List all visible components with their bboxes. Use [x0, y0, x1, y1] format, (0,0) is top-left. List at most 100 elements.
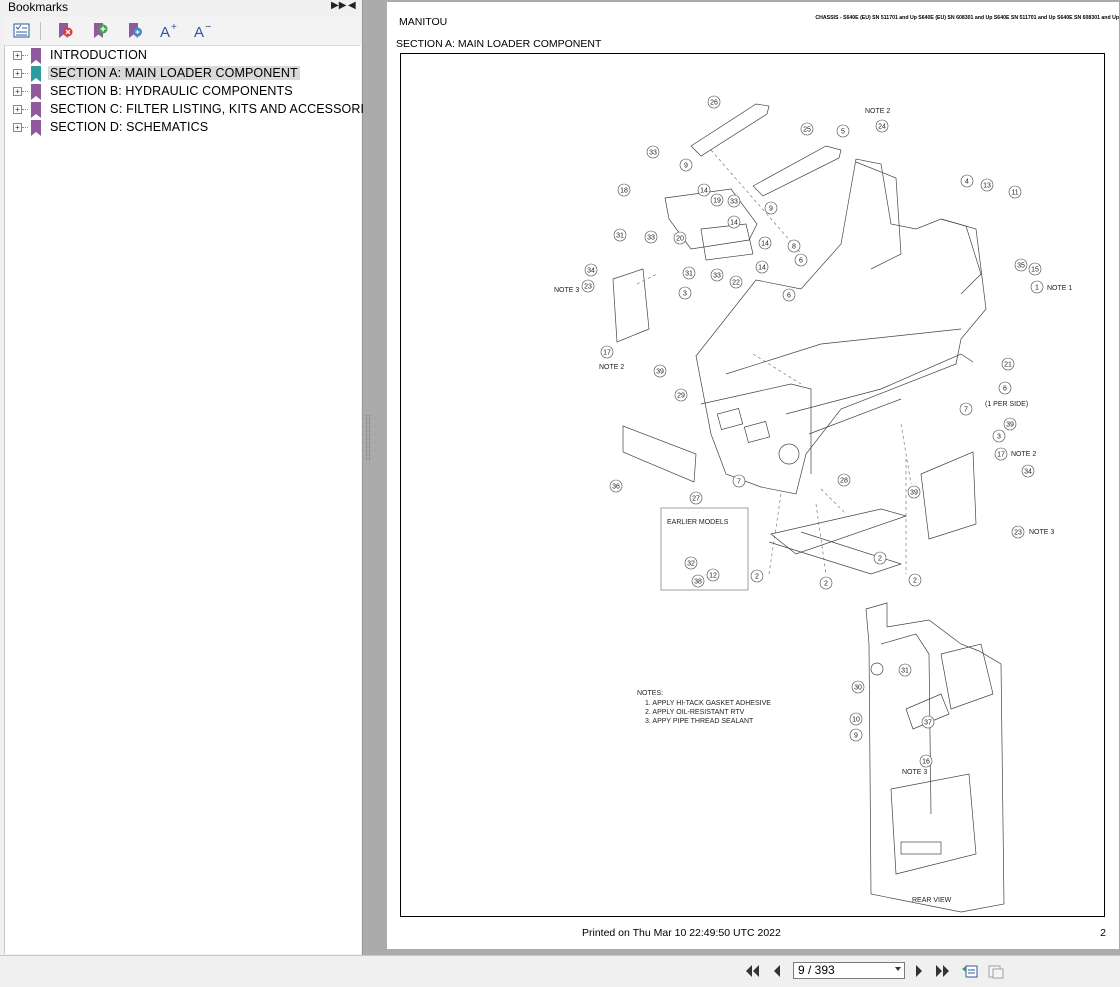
- page-section-title: SECTION A: MAIN LOADER COMPONENT: [396, 38, 602, 50]
- chevron-down-icon[interactable]: [895, 967, 901, 971]
- note-label: NOTE 3: [554, 287, 579, 294]
- svg-text:17: 17: [603, 350, 611, 357]
- svg-text:30: 30: [854, 685, 862, 692]
- page-header-model-info: CHASSIS - S640E (EU) SN 511701 and Up S6…: [815, 15, 1119, 21]
- svg-text:5: 5: [841, 129, 845, 136]
- svg-text:31: 31: [685, 271, 693, 278]
- panel-options-icon[interactable]: ▶▶: [331, 0, 346, 11]
- callout-15: 15: [1028, 262, 1042, 276]
- svg-text:6: 6: [799, 258, 803, 265]
- collapse-panel-icon[interactable]: ◀: [348, 0, 356, 11]
- svg-text:6: 6: [787, 293, 791, 300]
- callout-32: 32: [684, 556, 698, 570]
- callout-23: 23: [1011, 525, 1025, 539]
- first-page-icon[interactable]: [743, 963, 761, 979]
- callout-26: 26: [707, 95, 721, 109]
- callout-29: 29: [674, 388, 688, 402]
- bookmark-icon: [31, 48, 41, 64]
- callout-3: 3: [992, 429, 1006, 443]
- svg-text:27: 27: [692, 496, 700, 503]
- callout-14: 14: [697, 183, 711, 197]
- bookmarks-panel-header: Bookmarks ▶▶ ◀: [0, 0, 362, 16]
- svg-text:4: 4: [965, 179, 969, 186]
- callout-23: 23: [581, 279, 595, 293]
- svg-text:15: 15: [1031, 267, 1039, 274]
- callout-14: 14: [755, 260, 769, 274]
- page-number: 2: [1100, 927, 1106, 939]
- svg-text:39: 39: [910, 490, 918, 497]
- svg-text:34: 34: [587, 268, 595, 275]
- callout-19: 19: [710, 193, 724, 207]
- svg-text:9: 9: [769, 206, 773, 213]
- callout-7: 7: [732, 474, 746, 488]
- exploded-parts-diagram: 26 25 5 24 4 13 11 33 9 14 18 19 33 9 31 33 14 20 14 31 33 22…: [400, 53, 1105, 917]
- page-number-field[interactable]: 9 / 393: [793, 962, 905, 979]
- printed-timestamp: Printed on Thu Mar 10 22:49:50 UTC 2022: [582, 927, 781, 939]
- expand-toggle-icon[interactable]: +: [13, 87, 22, 96]
- callout-33: 33: [727, 194, 741, 208]
- previous-view-icon[interactable]: [961, 963, 979, 979]
- svg-text:18: 18: [620, 188, 628, 195]
- svg-text:20: 20: [676, 236, 684, 243]
- bookmark-label: SECTION C: FILTER LISTING, KITS AND ACCE…: [50, 102, 381, 116]
- svg-text:2: 2: [878, 556, 882, 563]
- callout-9: 9: [679, 158, 693, 172]
- pdf-page: MANITOU CHASSIS - S640E (EU) SN 511701 a…: [387, 2, 1119, 949]
- page-header-brand: MANITOU: [399, 16, 448, 28]
- text-larger-icon[interactable]: A +: [158, 21, 180, 41]
- svg-text:7: 7: [964, 407, 968, 414]
- svg-text:31: 31: [901, 668, 909, 675]
- callout-5: 5: [836, 124, 850, 138]
- text-smaller-icon[interactable]: A −: [192, 21, 214, 41]
- note-label: NOTE 1: [1047, 285, 1072, 292]
- svg-text:−: −: [205, 22, 211, 33]
- previous-page-icon[interactable]: [768, 963, 786, 979]
- svg-text:33: 33: [713, 273, 721, 280]
- bookmarks-panel: Bookmarks ▶▶ ◀ A + A − + INTRODUCTION + …: [0, 0, 381, 955]
- expand-toggle-icon[interactable]: +: [13, 51, 22, 60]
- next-page-icon[interactable]: [910, 963, 928, 979]
- next-view-icon[interactable]: [987, 963, 1005, 979]
- callout-8: 8: [787, 239, 801, 253]
- svg-text:21: 21: [1004, 362, 1012, 369]
- svg-text:10: 10: [852, 717, 860, 724]
- delete-bookmark-icon[interactable]: [54, 21, 76, 41]
- callout-33: 33: [644, 230, 658, 244]
- bookmark-options-icon[interactable]: [11, 21, 33, 41]
- svg-text:23: 23: [584, 284, 592, 291]
- note-label: NOTE 3: [902, 769, 927, 776]
- new-bookmark-icon[interactable]: [89, 21, 111, 41]
- expand-toggle-icon[interactable]: +: [13, 69, 22, 78]
- callout-20: 20: [673, 231, 687, 245]
- callout-3: 3: [678, 286, 692, 300]
- document-view[interactable]: MANITOU CHASSIS - S640E (EU) SN 511701 a…: [386, 0, 1120, 955]
- last-page-icon[interactable]: [934, 963, 952, 979]
- callout-34: 34: [1021, 464, 1035, 478]
- callout-16: 16: [919, 754, 933, 768]
- expand-toggle-icon[interactable]: +: [13, 105, 22, 114]
- callout-30: 30: [851, 680, 865, 694]
- bookmark-label: INTRODUCTION: [50, 48, 148, 62]
- svg-text:24: 24: [878, 124, 886, 131]
- svg-text:2: 2: [755, 574, 759, 581]
- callout-28: 28: [837, 473, 851, 487]
- note-label: NOTE 2: [865, 108, 890, 115]
- callout-36: 36: [609, 479, 623, 493]
- svg-text:9: 9: [854, 733, 858, 740]
- svg-text:26: 26: [710, 100, 718, 107]
- callout-11: 11: [1008, 185, 1022, 199]
- callout-4: 4: [960, 174, 974, 188]
- pane-splitter[interactable]: [363, 0, 386, 955]
- svg-text:+: +: [171, 22, 177, 33]
- bookmark-icon: [31, 66, 41, 82]
- svg-text:28: 28: [840, 478, 848, 485]
- svg-text:35: 35: [1017, 263, 1025, 270]
- svg-text:2: 2: [913, 578, 917, 585]
- callout-37: 37: [921, 715, 935, 729]
- callout-6: 6: [794, 253, 808, 267]
- callout-2: 2: [819, 576, 833, 590]
- svg-text:9: 9: [684, 163, 688, 170]
- expand-toggle-icon[interactable]: +: [13, 123, 22, 132]
- svg-text:39: 39: [1006, 422, 1014, 429]
- expand-bookmark-icon[interactable]: [124, 21, 146, 41]
